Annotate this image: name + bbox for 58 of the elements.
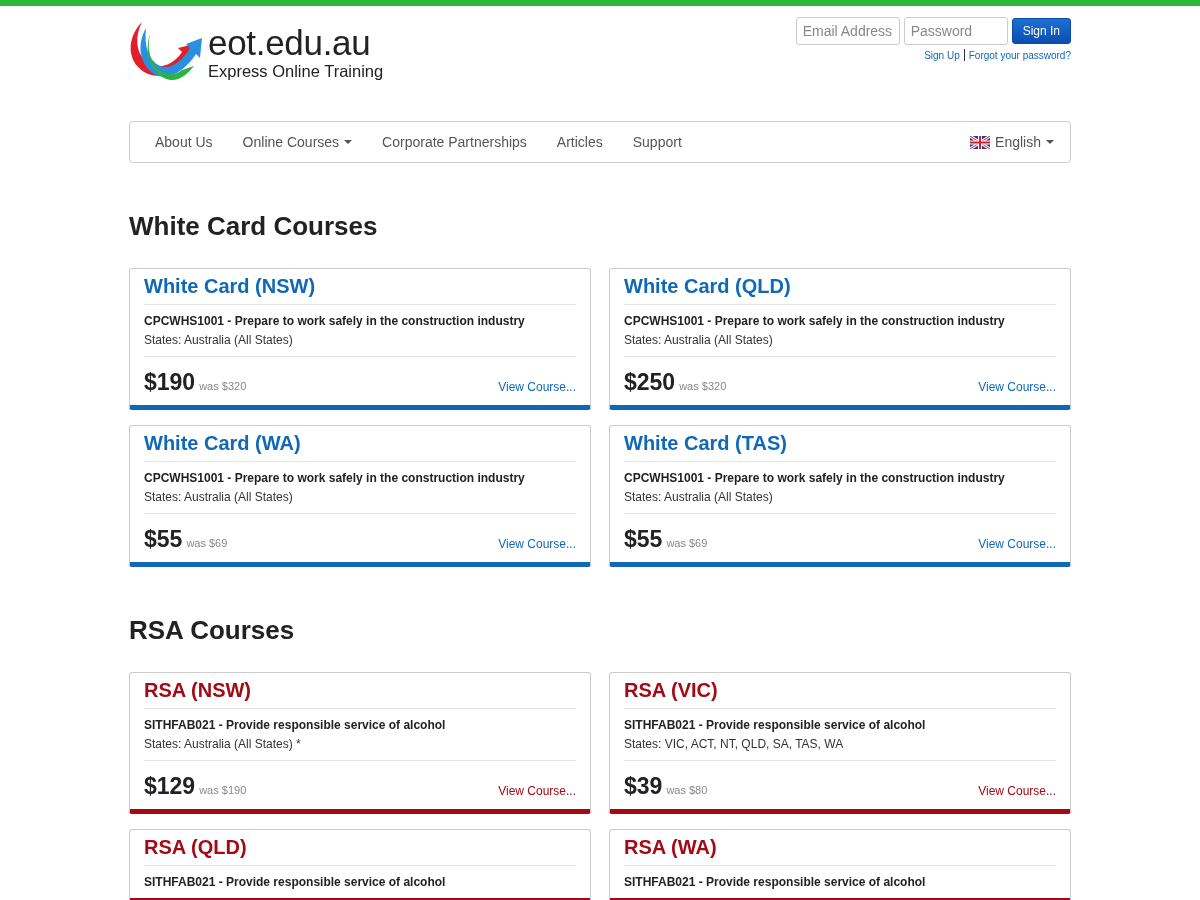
- course-title[interactable]: White Card (QLD): [624, 275, 1056, 305]
- email-field[interactable]: Email Address: [795, 17, 900, 45]
- course-title[interactable]: White Card (NSW): [144, 275, 576, 305]
- states-text: States: Australia (All States): [624, 490, 1056, 514]
- price: $129: [144, 773, 196, 800]
- caret-icon: [1046, 140, 1054, 144]
- price: $55: [144, 526, 183, 553]
- unit-text: SITHFAB021 - Provide responsible service of alcohol: [144, 718, 447, 732]
- uk-flag-icon: [970, 135, 991, 149]
- nav-item[interactable]: Corporate Partnerships: [367, 134, 542, 150]
- view-course-link[interactable]: View Course...: [498, 784, 576, 798]
- price: $190: [144, 369, 196, 396]
- course-title[interactable]: White Card (TAS): [624, 432, 1056, 462]
- unit-text: CPCWHS1001 - Prepare to work safely in the construction industry: [144, 471, 526, 485]
- view-course-link[interactable]: View Course...: [978, 537, 1056, 551]
- unit-text: CPCWHS1001 - Prepare to work safely in the construction industry: [624, 471, 1006, 485]
- states-text: States: Australia (All States): [144, 333, 576, 357]
- sign-in-button[interactable]: Sign In: [1011, 18, 1071, 44]
- old-price: was $190: [199, 784, 247, 796]
- states-text: States: Australia (All States): [144, 490, 576, 514]
- old-price: was $320: [199, 380, 247, 392]
- section-title: White Card Courses: [129, 211, 379, 242]
- unit-text: CPCWHS1001 - Prepare to work safely in the construction industry: [624, 314, 1006, 328]
- section-title: RSA Courses: [129, 615, 296, 646]
- states-text: States: VIC, ACT, NT, QLD, SA, TAS, WA: [624, 737, 1056, 761]
- states-text: States: Australia (All States): [624, 333, 1056, 357]
- nav-item[interactable]: Online Courses: [227, 134, 368, 150]
- logo-name: eot.edu.au: [208, 25, 372, 61]
- caret-icon: [344, 140, 353, 144]
- language-menu[interactable]: English: [970, 134, 1060, 150]
- account-link[interactable]: Forgot your password?: [968, 49, 1071, 61]
- logo-tagline: Express Online Training: [208, 61, 384, 81]
- view-course-link[interactable]: View Course...: [498, 537, 576, 551]
- course-title[interactable]: RSA (NSW): [144, 679, 576, 709]
- nav-item[interactable]: Support: [617, 134, 697, 150]
- price: $55: [624, 526, 663, 553]
- unit-text: SITHFAB021 - Provide responsible service of alcohol: [144, 875, 447, 889]
- old-price: was $320: [679, 380, 727, 392]
- nav-item[interactable]: Articles: [541, 134, 618, 150]
- nav-item[interactable]: About Us: [140, 134, 228, 150]
- password-field[interactable]: Password: [903, 17, 1008, 45]
- view-course-link[interactable]: View Course...: [498, 380, 576, 394]
- course-title[interactable]: RSA (WA): [624, 836, 1056, 866]
- view-course-link[interactable]: View Course...: [978, 784, 1056, 798]
- unit-text: CPCWHS1001 - Prepare to work safely in the construction industry: [144, 314, 526, 328]
- price: $39: [624, 773, 663, 800]
- unit-text: SITHFAB021 - Provide responsible service of alcohol: [624, 718, 927, 732]
- old-price: was $69: [186, 537, 228, 549]
- price: $250: [624, 369, 676, 396]
- course-title[interactable]: White Card (WA): [144, 432, 576, 462]
- old-price: was $69: [666, 537, 708, 549]
- old-price: was $80: [666, 784, 708, 796]
- unit-text: SITHFAB021 - Provide responsible service of alcohol: [624, 875, 927, 889]
- view-course-link[interactable]: View Course...: [978, 380, 1056, 394]
- course-title[interactable]: RSA (QLD): [144, 836, 576, 866]
- course-title[interactable]: RSA (VIC): [624, 679, 1056, 709]
- account-link[interactable]: Sign Up: [924, 49, 960, 61]
- states-text: States: Australia (All States) *: [144, 737, 576, 761]
